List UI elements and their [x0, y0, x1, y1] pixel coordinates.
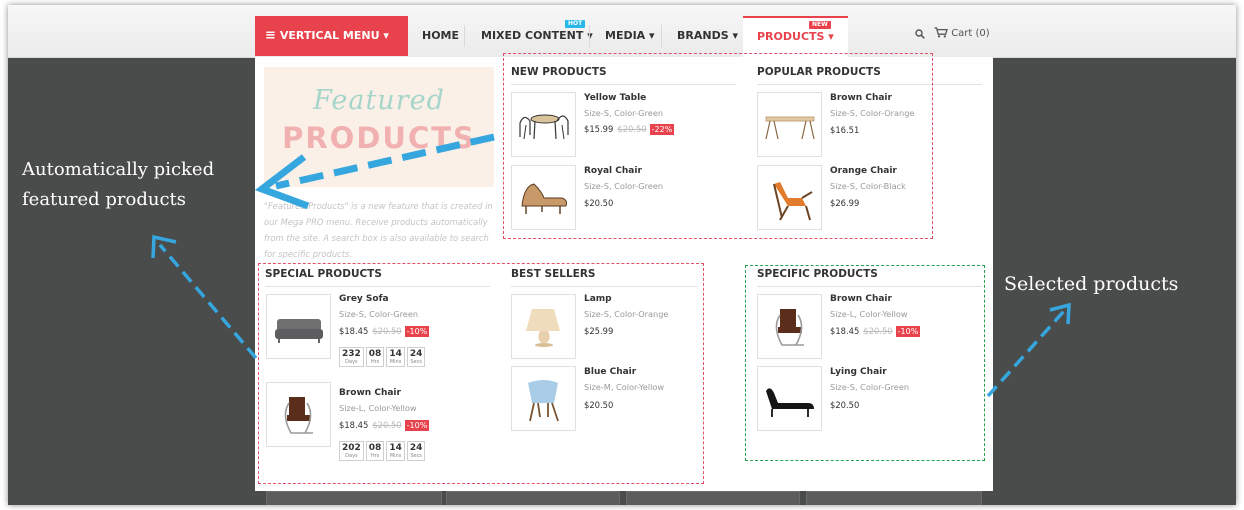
background-product-card	[266, 491, 442, 505]
annotation-line: featured products	[22, 189, 187, 210]
cart-label: Cart (0)	[951, 28, 990, 39]
highlight-box-selected-products	[745, 265, 985, 461]
banner-script-text: Featured	[313, 85, 445, 116]
background-product-card	[806, 491, 982, 505]
cart-link[interactable]: Cart (0)	[934, 27, 990, 41]
nav-brands[interactable]: BRANDS ▾	[677, 16, 738, 56]
arrow-shaft	[986, 309, 1066, 398]
background-product-card	[626, 491, 800, 505]
annotation-auto-featured: Automatically picked featured products	[22, 155, 214, 215]
nav-mixed-content[interactable]: MIXED CONTENT ▾ HOT	[481, 16, 593, 56]
nav-products-label: PRODUCTS	[757, 30, 825, 43]
nav-divider	[661, 25, 662, 47]
chevron-down-icon: ▾	[649, 29, 655, 42]
arrow-head	[1049, 302, 1071, 325]
vertical-menu-button[interactable]: ≡ VERTICAL MENU ▾	[255, 16, 408, 56]
annotation-selected-products: Selected products	[1004, 273, 1179, 295]
chevron-down-icon: ▾	[732, 29, 739, 42]
hot-badge: HOT	[565, 20, 586, 28]
background-product-card	[446, 491, 620, 505]
vertical-menu-label: VERTICAL MENU	[279, 29, 380, 42]
arrow-shaft	[158, 243, 258, 360]
featured-description: "Featured Products" is a new feature tha…	[264, 201, 493, 259]
chevron-down-icon: ▾	[828, 30, 834, 43]
header-bar: ≡VERTICAL MENU ▾ HOME MIXED CONTENT ▾ HO…	[8, 5, 1236, 58]
nav-divider	[464, 25, 465, 47]
new-badge: NEW	[809, 21, 831, 29]
arrow-head	[151, 234, 177, 259]
search-icon[interactable]	[915, 29, 925, 39]
nav-home-label: HOME	[422, 29, 460, 42]
annotation-line: Automatically picked	[22, 159, 215, 180]
chevron-down-icon: ▾	[383, 29, 389, 42]
banner-block-text: PRODUCTS	[282, 121, 476, 155]
nav-media-label: MEDIA	[605, 29, 646, 42]
highlight-box-auto-sections	[503, 53, 933, 239]
hamburger-icon: ≡	[265, 28, 276, 43]
nav-brands-label: BRANDS	[677, 29, 729, 42]
nav-home[interactable]: HOME	[422, 16, 459, 56]
browser-frame: ≡VERTICAL MENU ▾ HOME MIXED CONTENT ▾ HO…	[8, 5, 1236, 505]
cart-icon	[934, 27, 948, 38]
nav-products[interactable]: PRODUCTS ▾ NEW	[743, 16, 848, 57]
nav-media[interactable]: MEDIA ▾	[605, 16, 655, 56]
featured-products-banner[interactable]: Featured PRODUCTS	[264, 67, 494, 187]
nav-mixed-content-label: MIXED CONTENT	[481, 29, 584, 42]
highlight-box-auto-sections	[258, 263, 704, 484]
nav-divider	[589, 25, 590, 47]
